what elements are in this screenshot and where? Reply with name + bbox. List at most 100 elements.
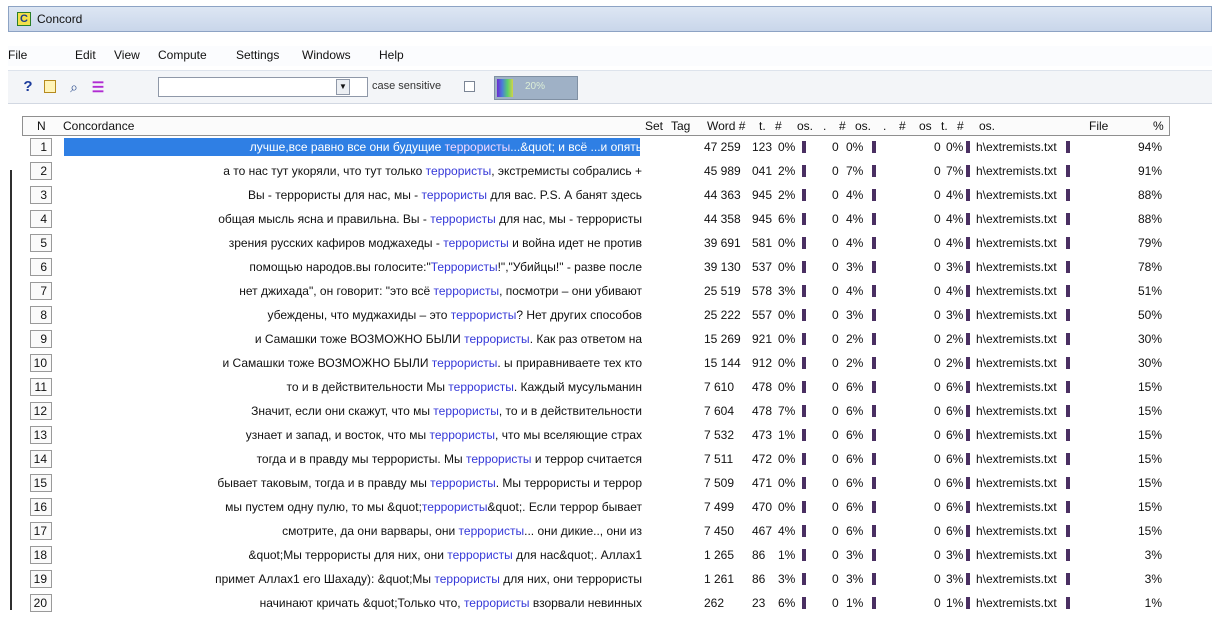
left-scroll-rail[interactable]: [10, 170, 12, 610]
position-bar-2: [872, 429, 876, 441]
table-row[interactable]: 19 примет Аллах1 его Шахаду): &quot;Мы те…: [22, 569, 1170, 590]
file-name: h\extremists.txt: [976, 356, 1057, 370]
percentage: 15%: [1137, 500, 1162, 514]
table-row[interactable]: 15 бывает таковым, тогда и в правду мы те…: [22, 473, 1170, 494]
header-t4[interactable]: t.: [941, 119, 948, 133]
menu-settings[interactable]: Settings: [236, 48, 279, 62]
position-bar-3: [966, 429, 970, 441]
header-n[interactable]: N: [37, 119, 46, 133]
menu-edit[interactable]: Edit: [75, 48, 96, 62]
table-row[interactable]: 2 а то нас тут укоряли, что тут только те…: [22, 161, 1170, 182]
text-position: 472: [752, 452, 773, 466]
header-tag[interactable]: Tag: [671, 119, 690, 133]
header-hash3[interactable]: #: [899, 119, 906, 133]
menu-help[interactable]: Help: [379, 48, 404, 62]
concordance-text: узнает и запад, и восток, что мы террори…: [62, 428, 642, 442]
menu-compute[interactable]: Compute: [158, 48, 207, 62]
position-bar-1: [802, 141, 806, 153]
percentage: 91%: [1137, 164, 1162, 178]
text-position: 471: [752, 476, 773, 490]
column-2-value: 0: [832, 308, 839, 322]
table-row[interactable]: 7 нет джихада", он говорит: "это всё терр…: [22, 281, 1170, 302]
search-term: террористы: [430, 212, 496, 226]
file-bar: [1066, 501, 1070, 513]
column-3-value: 0: [934, 596, 941, 610]
position-bar-1: [802, 165, 806, 177]
table-row[interactable]: 8 убеждены, что муджахиды – это террорист…: [22, 305, 1170, 326]
table-row[interactable]: 4 общая мысль ясна и правильна. Вы - терр…: [22, 209, 1170, 230]
column-2-percent: 6%: [846, 380, 864, 394]
table-row[interactable]: 11 то и в действительности Мы террористы.…: [22, 377, 1170, 398]
file-bar: [1066, 309, 1070, 321]
header-hash4[interactable]: #: [957, 119, 964, 133]
menu-windows[interactable]: Windows: [302, 48, 351, 62]
row-number: 14: [30, 450, 52, 468]
table-row[interactable]: 17 смотрите, да они варвары, они террорис…: [22, 521, 1170, 542]
header-dot2[interactable]: .: [823, 119, 826, 133]
chevron-down-icon[interactable]: ▼: [336, 79, 350, 95]
column-2-percent: 6%: [846, 476, 864, 490]
word-number: 7 511: [704, 452, 734, 466]
text-position: 557: [752, 308, 773, 322]
menu-view[interactable]: View: [114, 48, 140, 62]
header-set[interactable]: Set: [645, 119, 663, 133]
header-os3[interactable]: os: [919, 119, 932, 133]
column-2-percent: 6%: [846, 524, 864, 538]
header-t1[interactable]: t.: [759, 119, 766, 133]
table-row[interactable]: 18 &quot;Мы террористы для них, они терро…: [22, 545, 1170, 566]
header-os2[interactable]: os.: [855, 119, 871, 133]
header-hash1[interactable]: #: [775, 119, 782, 133]
file-bar: [1066, 261, 1070, 273]
concord-window: C Concord File Edit View Compute Setting…: [0, 0, 1220, 618]
position-bar-2: [872, 165, 876, 177]
header-concordance[interactable]: Concordance: [63, 119, 134, 133]
table-row[interactable]: 9 и Самашки тоже ВОЗМОЖНО БЫЛИ террористы…: [22, 329, 1170, 350]
text-position: 041: [752, 164, 773, 178]
column-3-percent: 3%: [946, 572, 964, 586]
concordance-text: мы пустем одну пулю, то мы &quot;террори…: [62, 500, 642, 514]
table-row[interactable]: 5 зрения русских кафиров моджахеды - терр…: [22, 233, 1170, 254]
word-number: 1 265: [704, 548, 735, 562]
table-row[interactable]: 13 узнает и запад, и восток, что мы терро…: [22, 425, 1170, 446]
panel-icon[interactable]: [44, 80, 56, 93]
table-row[interactable]: 10 и Самашки тоже ВОЗМОЖНО БЫЛИ террорист…: [22, 353, 1170, 374]
position-percent: 0%: [778, 380, 796, 394]
file-name: h\extremists.txt: [976, 332, 1057, 346]
column-2-percent: 6%: [846, 404, 864, 418]
preview-icon[interactable]: ⌕: [66, 79, 82, 95]
column-2-percent: 6%: [846, 428, 864, 442]
table-row[interactable]: 6 помощью народов.вы голосите:"Террористы…: [22, 257, 1170, 278]
header-os1[interactable]: os.: [797, 119, 813, 133]
table-row[interactable]: 16 мы пустем одну пулю, то мы &quot;терро…: [22, 497, 1170, 518]
help-icon[interactable]: ?: [20, 79, 36, 95]
header-os4[interactable]: os.: [979, 119, 995, 133]
table-row[interactable]: 3 Вы - террористы для нас, мы - террорист…: [22, 185, 1170, 206]
header-dot3[interactable]: .: [883, 119, 886, 133]
header-file[interactable]: File: [1089, 119, 1108, 133]
header-hash2[interactable]: #: [839, 119, 846, 133]
concordance-right-context: , то и в действительности: [498, 404, 642, 418]
percentage: 3%: [1144, 548, 1162, 562]
header-word[interactable]: Word #: [707, 119, 745, 133]
table-row[interactable]: 14 тогда и в правду мы террористы. Мы тер…: [22, 449, 1170, 470]
word-number: 7 450: [704, 524, 735, 538]
column-2-percent: 1%: [846, 596, 864, 610]
column-3-value: 0: [934, 260, 941, 274]
percentage: 15%: [1137, 476, 1162, 490]
column-2-value: 0: [832, 596, 839, 610]
table-row[interactable]: 12 Значит, если они скажут, что мы террор…: [22, 401, 1170, 422]
lines-icon[interactable]: ☰: [90, 79, 106, 95]
percentage: 15%: [1137, 380, 1162, 394]
word-number: 44 363: [704, 188, 741, 202]
file-name: h\extremists.txt: [976, 452, 1057, 466]
table-row[interactable]: 20 начинают кричать &quot;Только что, тер…: [22, 593, 1170, 614]
search-term: террористы: [448, 380, 514, 394]
position-percent: 0%: [778, 308, 796, 322]
menu-file[interactable]: File: [8, 48, 27, 62]
search-term: террористы: [429, 428, 496, 442]
table-row[interactable]: 1 лучше,все равно все они будущие террори…: [22, 137, 1170, 158]
header-percent[interactable]: %: [1153, 119, 1164, 133]
word-number: 7 604: [704, 404, 735, 418]
position-bar-3: [966, 261, 970, 273]
case-sensitive-checkbox[interactable]: [464, 81, 475, 92]
